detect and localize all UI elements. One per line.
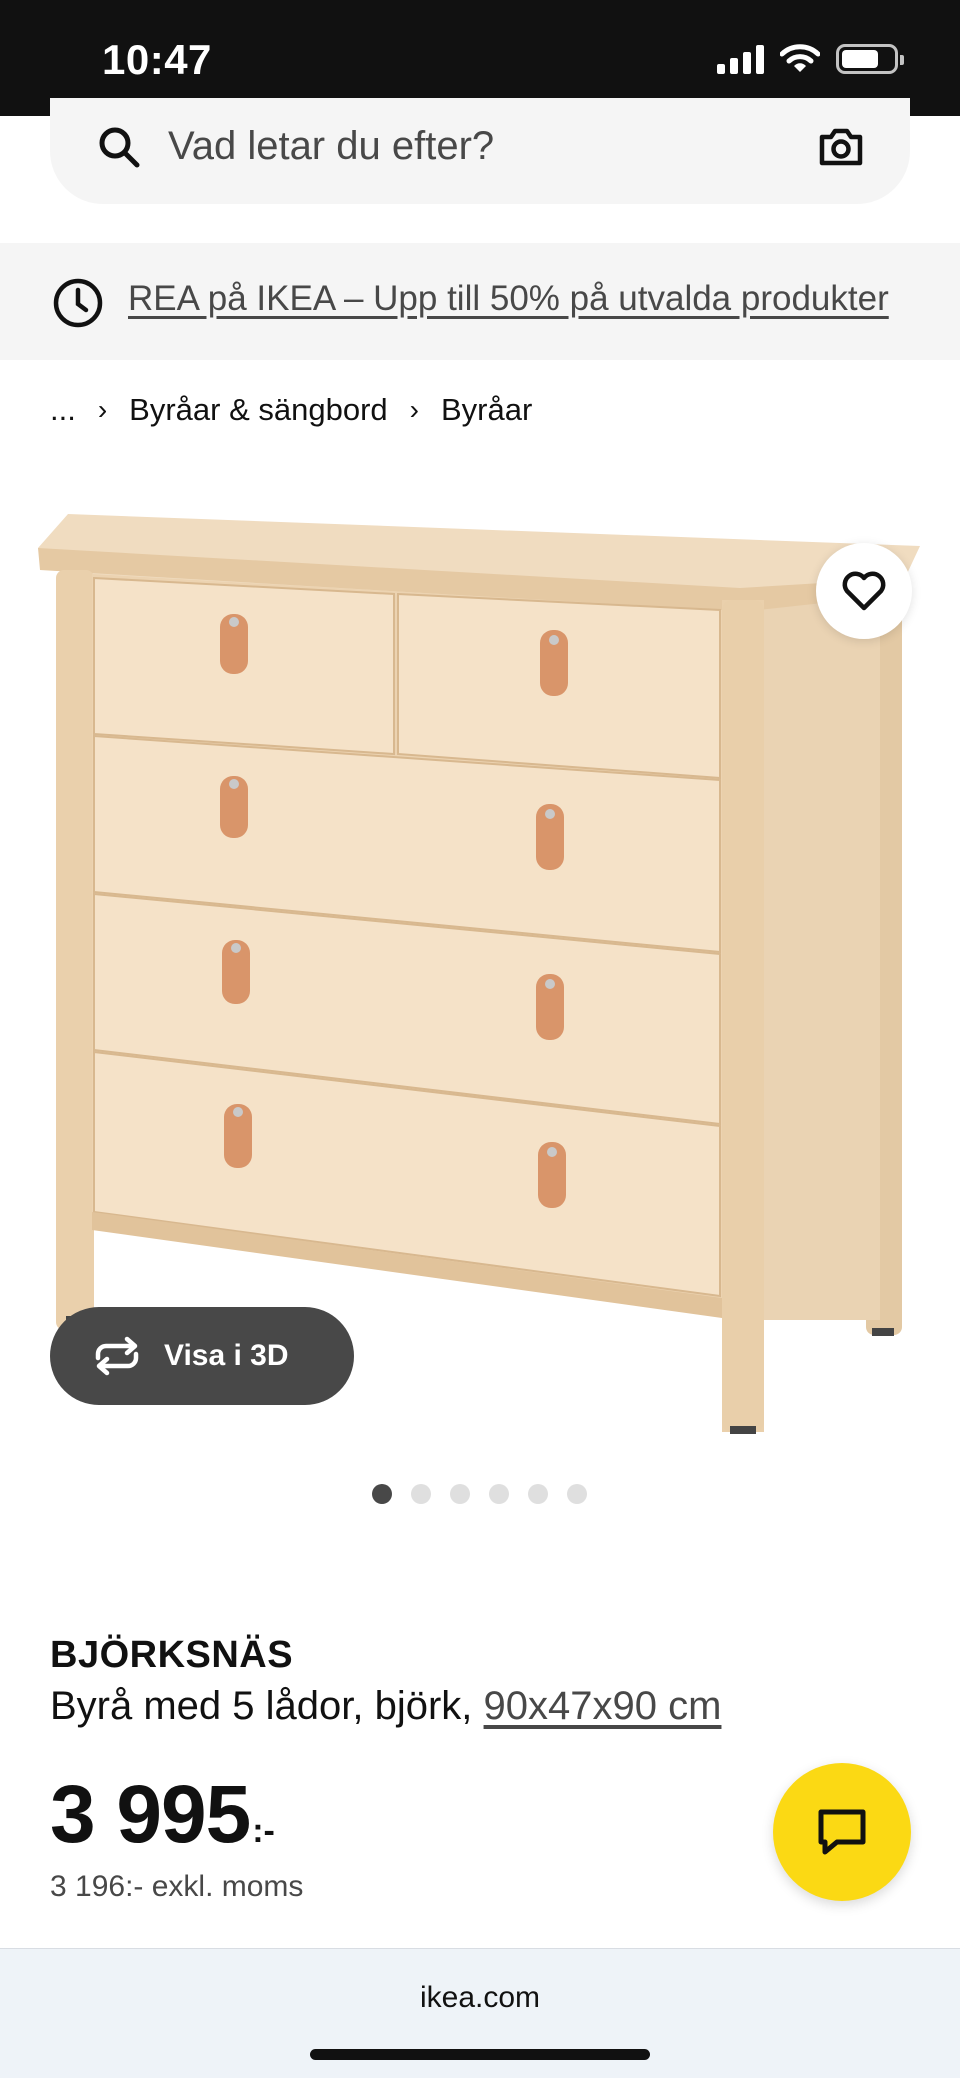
chevron-right-icon: › xyxy=(409,394,419,425)
status-icons xyxy=(717,44,904,74)
favorite-button[interactable] xyxy=(816,543,912,639)
product-description: Byrå med 5 lådor, björk, 90x47x90 cm xyxy=(50,1684,721,1729)
price-suffix: :- xyxy=(252,1812,275,1850)
chevron-right-icon: › xyxy=(97,394,108,425)
gallery-dot[interactable] xyxy=(450,1484,470,1504)
clock-icon xyxy=(53,278,103,328)
gallery-dot[interactable] xyxy=(411,1484,431,1504)
gallery-dot[interactable] xyxy=(567,1484,587,1504)
product-price: 3 995 :- xyxy=(50,1768,275,1862)
url-text[interactable]: ikea.com xyxy=(0,1981,960,2015)
price-amount: 3 995 xyxy=(50,1769,251,1860)
camera-icon[interactable] xyxy=(816,122,866,172)
view-in-3d-button[interactable]: Visa i 3D xyxy=(50,1307,354,1405)
battery-icon xyxy=(836,44,904,74)
breadcrumb-item-dressers[interactable]: Byråar xyxy=(441,392,532,428)
wifi-icon xyxy=(780,44,820,72)
status-time: 10:47 xyxy=(102,36,212,83)
search-icon xyxy=(99,127,140,168)
gallery-dot[interactable] xyxy=(489,1484,509,1504)
gallery-dot[interactable] xyxy=(372,1484,392,1504)
breadcrumb: ... › Byråar & sängbord › Byråar xyxy=(50,392,532,428)
rotate-3d-icon xyxy=(95,1336,139,1376)
heart-icon xyxy=(842,571,886,611)
home-indicator[interactable] xyxy=(310,2049,650,2060)
search-input[interactable]: Vad letar du efter? xyxy=(168,124,494,169)
breadcrumb-ellipsis[interactable]: ... xyxy=(50,392,76,428)
promo-banner[interactable]: REA på IKEA – Upp till 50% på utvalda pr… xyxy=(0,243,960,360)
view-in-3d-label: Visa i 3D xyxy=(164,1339,289,1372)
search-bar[interactable]: Vad letar du efter? xyxy=(50,98,910,204)
price-excl-vat: 3 196:- exkl. moms xyxy=(50,1870,304,1903)
gallery-pagination xyxy=(372,1484,587,1504)
breadcrumb-item-dressers-nightstands[interactable]: Byråar & sängbord xyxy=(129,392,387,428)
signal-icon xyxy=(717,44,764,74)
chat-button[interactable] xyxy=(773,1763,911,1901)
gallery-dot[interactable] xyxy=(528,1484,548,1504)
promo-link[interactable]: REA på IKEA – Upp till 50% på utvalda pr… xyxy=(128,279,889,319)
product-description-text: Byrå med 5 lådor, björk, xyxy=(50,1684,484,1728)
product-name: BJÖRKSNÄS xyxy=(50,1634,294,1676)
chat-icon xyxy=(818,1809,866,1855)
browser-url-bar[interactable]: ikea.com xyxy=(0,1948,960,2078)
product-dimensions-link[interactable]: 90x47x90 cm xyxy=(484,1684,722,1728)
